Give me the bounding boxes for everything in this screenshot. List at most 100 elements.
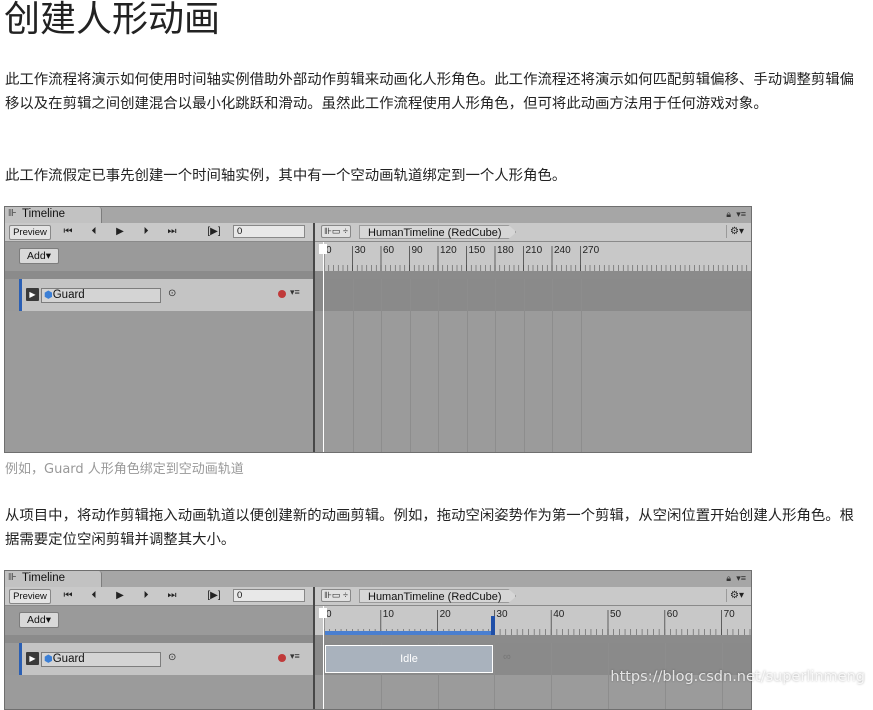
page-title: 创建人形动画 <box>4 0 221 40</box>
preview-button[interactable]: Preview <box>9 225 51 240</box>
grid-line <box>495 279 496 452</box>
timeline-window-example-1: ⊪ Timeline 🔒︎ ▾≡ Preview ⏮ ⏴ ▶ ⏵ ⏭ [▶] 0… <box>4 206 752 453</box>
gameobject-icon: ⬢ <box>44 290 53 301</box>
track-expand-icon[interactable]: ▶ <box>26 652 39 665</box>
track-binding-field[interactable]: ⬢Guard <box>41 652 161 667</box>
timeline-asset-breadcrumb[interactable]: HumanTimeline (RedCube) <box>359 589 516 603</box>
tab-timeline[interactable]: ⊪ Timeline <box>5 571 102 587</box>
add-track-button[interactable]: Add▾ <box>19 248 59 264</box>
ruler-tick-label: 10 <box>382 609 394 620</box>
ruler-tick-label: 240 <box>554 245 571 256</box>
add-track-button[interactable]: Add▾ <box>19 612 59 628</box>
watermark: https://blog.csdn.net/superlinmeng <box>610 669 865 685</box>
record-icon[interactable] <box>278 654 286 662</box>
playhead-handle[interactable] <box>319 244 327 254</box>
track-color-accent <box>19 279 22 311</box>
ruler-tick-label: 40 <box>553 609 565 620</box>
figure-caption: 例如，Guard 人形角色绑定到空动画轨道 <box>5 462 244 477</box>
animation-clip-idle[interactable]: Idle <box>325 645 493 673</box>
settings-gear-icon[interactable]: ⚙▾ <box>726 589 747 602</box>
intro-paragraph: 此工作流程将演示如何使用时间轴实例借助外部动作剪辑来动画化人形角色。此工作流程还… <box>5 72 855 112</box>
clip-area: ⊪▭ ÷ HumanTimeline (RedCube) ⚙▾ 0 30 60 90 1… <box>315 223 751 452</box>
go-to-start-icon[interactable]: ⏮ <box>57 589 79 603</box>
next-frame-icon[interactable]: ⏵ <box>135 225 157 239</box>
track-options-icon[interactable]: ▾≡ <box>290 287 300 298</box>
object-picker-icon[interactable]: ⊙ <box>168 288 176 299</box>
go-to-start-icon[interactable]: ⏮ <box>57 225 79 239</box>
asset-toolbar: ⊪▭ ÷ HumanTimeline (RedCube) ⚙▾ <box>315 223 751 242</box>
settings-gear-icon[interactable]: ⚙▾ <box>726 225 747 238</box>
asset-picker-icon[interactable]: ⊪▭ ÷ <box>321 225 351 238</box>
lock-icon[interactable]: 🔒︎ <box>726 209 731 220</box>
assumption-paragraph: 此工作流假定已事先创建一个时间轴实例，其中有一个空动画轨道绑定到一个人形角色。 <box>5 168 567 184</box>
grid-line <box>438 279 439 452</box>
timeline-icon: ⊪ <box>8 572 17 583</box>
ruler-strip <box>315 271 751 279</box>
play-icon[interactable]: ▶ <box>109 225 131 239</box>
gameobject-icon: ⬢ <box>44 654 53 665</box>
grid-line <box>608 643 609 709</box>
track-header-guard[interactable]: ▶ ⬢Guard ⊙ ▾≡ <box>19 643 313 675</box>
asset-toolbar: ⊪▭ ÷ HumanTimeline (RedCube) ⚙▾ <box>315 587 751 606</box>
ruler-strip <box>315 635 751 643</box>
track-expand-icon[interactable]: ▶ <box>26 288 39 301</box>
track-name: Guard <box>52 653 85 665</box>
time-ruler[interactable]: 0 30 60 90 120 150 180 210 240 270 <box>315 242 751 271</box>
track-binding-field[interactable]: ⬢Guard <box>41 288 161 303</box>
track-list-empty-area <box>5 675 313 709</box>
grid-line <box>552 279 553 452</box>
ruler-tick-label: 60 <box>666 609 678 620</box>
timeline-window-example-2: ⊪ Timeline 🔒︎ ▾≡ Preview ⏮ ⏴ ▶ ⏵ ⏭ [▶] 0… <box>4 570 752 710</box>
lock-icon[interactable]: 🔒︎ <box>726 573 731 584</box>
previous-frame-icon[interactable]: ⏴ <box>83 589 105 603</box>
frame-field[interactable]: 0 <box>233 225 305 238</box>
playhead[interactable] <box>323 606 324 709</box>
window-menu-icon[interactable]: ▾≡ <box>736 209 746 220</box>
go-to-end-icon[interactable]: ⏭ <box>161 589 183 603</box>
header-strip <box>5 271 313 279</box>
tab-bar: ⊪ Timeline 🔒︎ ▾≡ <box>5 571 751 587</box>
ruler-tick-label: 70 <box>723 609 735 620</box>
track-name: Guard <box>52 289 85 301</box>
ruler-tick-label: 60 <box>383 245 395 256</box>
ruler-tick-label: 30 <box>496 609 508 620</box>
ruler-tick-label: 20 <box>439 609 451 620</box>
play-range-icon[interactable]: [▶] <box>203 225 225 239</box>
play-range-icon[interactable]: [▶] <box>203 589 225 603</box>
ruler-tick-label: 90 <box>411 245 423 256</box>
ruler-tick-label: 180 <box>497 245 514 256</box>
play-icon[interactable]: ▶ <box>109 589 131 603</box>
grid-line <box>494 643 496 709</box>
grid-line <box>352 279 354 452</box>
ruler-tick-label: 150 <box>468 245 486 256</box>
ruler-tick-label: 270 <box>582 245 600 256</box>
object-picker-icon[interactable]: ⊙ <box>168 652 176 663</box>
timeline-asset-breadcrumb[interactable]: HumanTimeline (RedCube) <box>359 225 516 239</box>
tab-bar: ⊪ Timeline 🔒︎ ▾≡ <box>5 207 751 223</box>
grid-line <box>580 279 582 452</box>
go-to-end-icon[interactable]: ⏭ <box>161 225 183 239</box>
ruler-tick-label: 210 <box>525 245 543 256</box>
header-strip <box>5 635 313 643</box>
playhead[interactable] <box>323 242 324 452</box>
frame-field[interactable]: 0 <box>233 589 305 602</box>
ruler-tick-label: 30 <box>354 245 366 256</box>
previous-frame-icon[interactable]: ⏴ <box>83 225 105 239</box>
asset-picker-icon[interactable]: ⊪▭ ÷ <box>321 589 351 602</box>
grid-line <box>551 643 553 709</box>
preview-button[interactable]: Preview <box>9 589 51 604</box>
clip-range-bar <box>325 631 493 635</box>
clip-end-marker[interactable] <box>491 616 495 635</box>
playhead-handle[interactable] <box>319 608 327 618</box>
window-menu-icon[interactable]: ▾≡ <box>736 573 746 584</box>
next-frame-icon[interactable]: ⏵ <box>135 589 157 603</box>
tab-timeline[interactable]: ⊪ Timeline <box>5 207 102 223</box>
tab-label: Timeline <box>22 572 66 584</box>
track-color-accent <box>19 643 22 675</box>
timeline-icon: ⊪ <box>8 208 17 219</box>
grid-line <box>409 279 411 452</box>
record-icon[interactable] <box>278 290 286 298</box>
playback-toolbar: Preview ⏮ ⏴ ▶ ⏵ ⏭ [▶] 0 <box>5 223 313 242</box>
track-header-guard[interactable]: ▶ ⬢Guard ⊙ ▾≡ <box>19 279 313 311</box>
track-options-icon[interactable]: ▾≡ <box>290 651 300 662</box>
